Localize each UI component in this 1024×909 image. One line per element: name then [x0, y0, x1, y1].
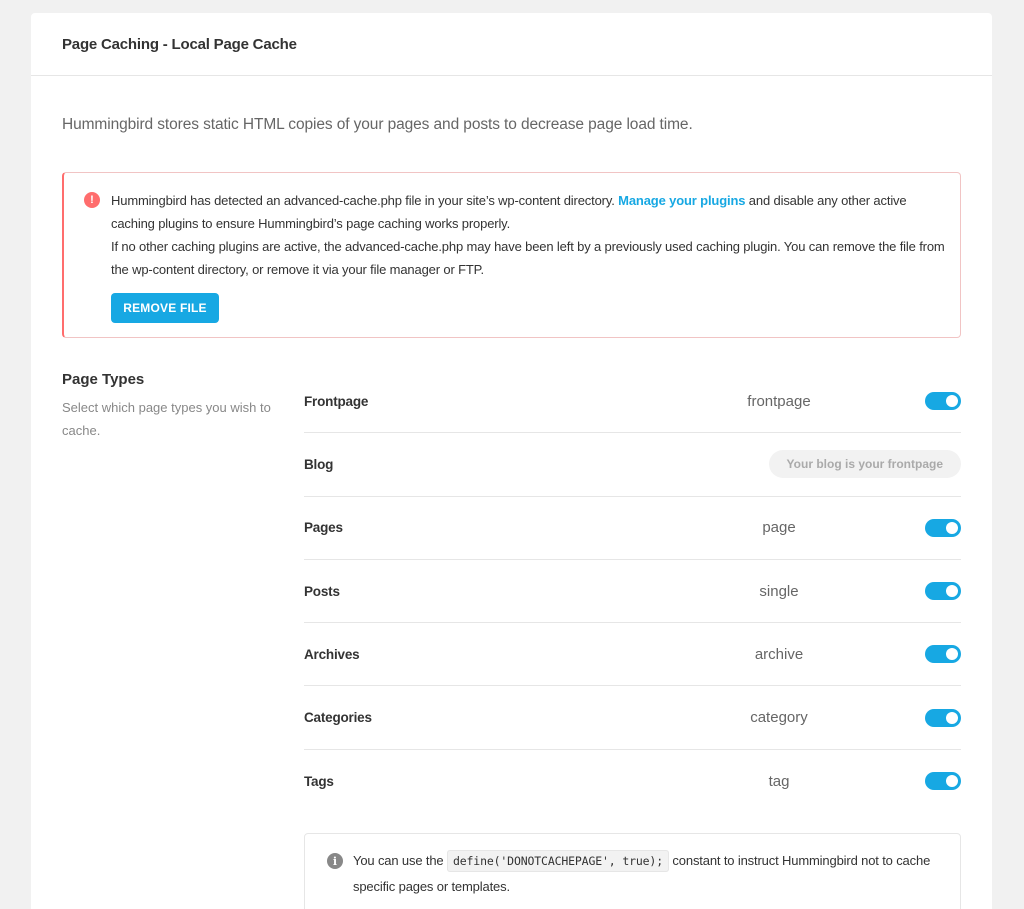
card-title: Page Caching - Local Page Cache — [62, 35, 297, 53]
page-type-row-pages: Pages page — [304, 497, 961, 560]
row-slug: archive — [754, 645, 804, 663]
row-name: Categories — [304, 710, 372, 726]
notice-text: Hummingbird has detected an advanced-cac… — [111, 189, 951, 281]
info-text: You can use the define('DONOTCACHEPAGE',… — [353, 848, 943, 900]
error-icon: ! — [84, 192, 100, 208]
frontpage-toggle[interactable] — [925, 392, 961, 411]
categories-toggle[interactable] — [925, 708, 961, 727]
row-name: Posts — [304, 583, 340, 599]
row-name: Blog — [304, 456, 334, 472]
pages-toggle[interactable] — [925, 518, 961, 537]
donotcachepage-code: define('DONOTCACHEPAGE', true); — [446, 850, 669, 872]
row-name: Pages — [304, 520, 343, 536]
page-types-list: Frontpage frontpage Blog Your blog is yo… — [304, 370, 961, 813]
row-slug: page — [762, 519, 796, 537]
page-types-label: Page Types Select which page types you w… — [62, 371, 282, 442]
row-name: Archives — [304, 646, 360, 662]
error-notice: ! Hummingbird has detected an advanced-c… — [62, 172, 961, 338]
notice-text-before: Hummingbird has detected an advanced-cac… — [111, 193, 619, 208]
blog-frontpage-pill: Your blog is your frontpage — [768, 450, 961, 479]
info-text-before: You can use the — [353, 853, 447, 868]
row-slug: tag — [768, 772, 790, 790]
posts-toggle[interactable] — [925, 582, 961, 601]
row-slug: frontpage — [747, 392, 811, 410]
notice-paragraph-1: Hummingbird has detected an advanced-cac… — [111, 189, 951, 235]
intro-text: Hummingbird stores static HTML copies of… — [62, 116, 693, 133]
page-type-row-tags: Tags tag — [304, 750, 961, 813]
info-icon: i — [327, 853, 343, 869]
row-slug: single — [759, 582, 799, 600]
remove-file-button[interactable]: REMOVE FILE — [111, 293, 219, 323]
manage-plugins-link[interactable]: Manage your plugins — [618, 193, 745, 208]
row-name: Frontpage — [304, 393, 369, 409]
archives-toggle[interactable] — [925, 645, 961, 664]
page-type-row-blog: Blog Your blog is your frontpage — [304, 433, 961, 497]
card-header: Page Caching - Local Page Cache — [31, 13, 992, 76]
page-type-row-categories: Categories category — [304, 686, 961, 750]
page-types-title: Page Types — [62, 371, 145, 388]
page-caching-card: Page Caching - Local Page Cache Hummingb… — [31, 13, 992, 909]
tags-toggle[interactable] — [925, 772, 961, 791]
page-type-row-archives: Archives archive — [304, 623, 961, 687]
row-slug: category — [750, 709, 808, 727]
info-notice: i You can use the define('DONOTCACHEPAGE… — [304, 833, 961, 909]
page-type-row-frontpage: Frontpage frontpage — [304, 370, 961, 434]
page-type-row-posts: Posts single — [304, 560, 961, 624]
page-types-description: Select which page types you wish to cach… — [62, 400, 271, 438]
notice-paragraph-2: If no other caching plugins are active, … — [111, 239, 945, 277]
row-name: Tags — [304, 773, 334, 789]
